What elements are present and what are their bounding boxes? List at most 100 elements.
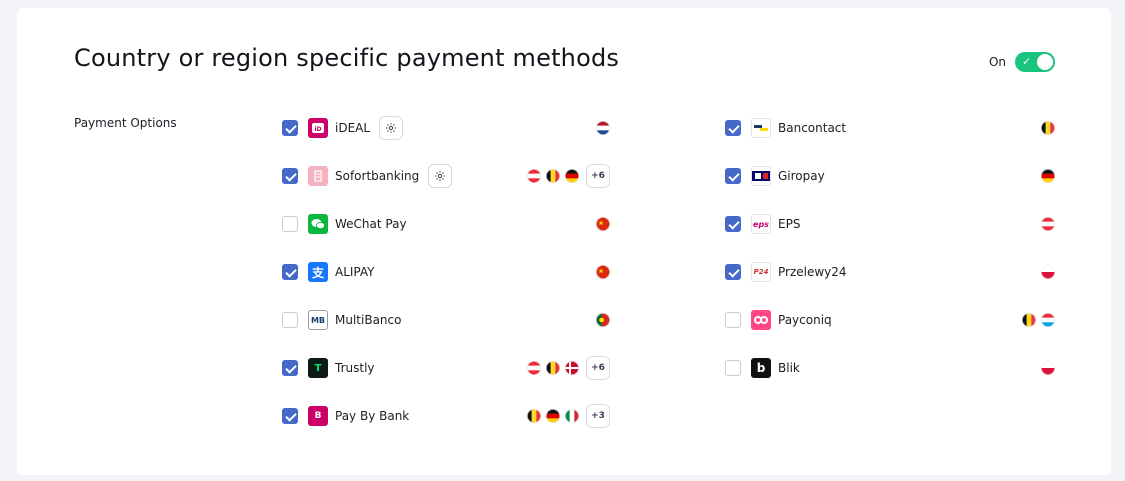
country-flags — [1041, 152, 1055, 200]
payment-method-name: Sofortbanking — [335, 169, 420, 183]
multibanco-logo: MB — [308, 310, 328, 330]
ideal-logo: iD — [308, 118, 328, 138]
payment-method-row-payconiq: Payconiq — [725, 296, 1055, 344]
flag-netherlands-icon — [596, 121, 610, 135]
flag-china-icon — [596, 217, 610, 231]
country-flags — [1022, 296, 1055, 344]
country-flags — [596, 296, 610, 344]
payment-method-name: Payconiq — [778, 313, 832, 327]
country-flags — [1041, 344, 1055, 392]
trustly-checkbox[interactable] — [282, 360, 298, 376]
flag-belgium-icon — [546, 169, 560, 183]
blik-logo: b — [751, 358, 771, 378]
payment-method-row-blik: b Blik — [725, 344, 1055, 392]
alipay-checkbox[interactable] — [282, 264, 298, 280]
flag-belgium-icon — [1022, 313, 1036, 327]
ideal-settings-button[interactable] — [379, 116, 404, 140]
przelewy24-checkbox[interactable] — [725, 264, 741, 280]
wechat-logo — [308, 214, 328, 234]
sofort-logo — [308, 166, 328, 186]
country-flags — [596, 104, 610, 152]
payconiq-logo — [751, 310, 771, 330]
payment-method-name: Giropay — [778, 169, 825, 183]
payment-list-left: iD iDEAL Sofortbanking +6 WeChat Pay 支 ALIPAY M… — [282, 104, 610, 440]
alipay-logo: 支 — [308, 262, 328, 282]
country-flags — [596, 200, 610, 248]
country-flags — [1041, 104, 1055, 152]
flag-italy-icon — [565, 409, 579, 423]
sofortbanking-settings-button[interactable] — [428, 164, 453, 188]
flag-austria-icon — [527, 169, 541, 183]
flag-china-icon — [596, 265, 610, 279]
flag-denmark-icon — [565, 361, 579, 375]
payment-method-name: iDEAL — [335, 121, 371, 135]
flag-luxembourg-icon — [1041, 313, 1055, 327]
payment-method-name: Trustly — [335, 361, 375, 375]
flag-portugal-icon — [596, 313, 610, 327]
giropay-checkbox[interactable] — [725, 168, 741, 184]
pay-by-bank-checkbox[interactable] — [282, 408, 298, 424]
payment-method-name: MultiBanco — [335, 313, 402, 327]
payment-method-row-eps: eps EPS — [725, 200, 1055, 248]
section-label: Payment Options — [74, 116, 177, 130]
gear-icon — [386, 123, 397, 133]
eps-logo: eps — [751, 214, 771, 234]
payment-method-row-giropay: Giropay — [725, 152, 1055, 200]
payment-method-row-wechat-pay: WeChat Pay — [282, 200, 610, 248]
multibanco-checkbox[interactable] — [282, 312, 298, 328]
flag-poland-icon — [1041, 265, 1055, 279]
more-countries-badge[interactable]: +3 — [586, 404, 610, 428]
flag-austria-icon — [1041, 217, 1055, 231]
country-flags: +6 — [527, 344, 610, 392]
eps-checkbox[interactable] — [725, 216, 741, 232]
toggle-label: On — [988, 55, 1006, 69]
flag-germany-icon — [565, 169, 579, 183]
flag-germany-icon — [546, 409, 560, 423]
payconiq-checkbox[interactable] — [725, 312, 741, 328]
toggle-group: On ✓ — [989, 52, 1055, 72]
wechat-pay-checkbox[interactable] — [282, 216, 298, 232]
payment-method-row-pay-by-bank: B Pay By Bank +3 — [282, 392, 610, 440]
flag-belgium-icon — [1041, 121, 1055, 135]
more-countries-badge[interactable]: +6 — [586, 164, 610, 188]
blik-checkbox[interactable] — [725, 360, 741, 376]
payment-method-name: Bancontact — [778, 121, 847, 135]
payment-method-name: Pay By Bank — [335, 409, 410, 423]
sofortbanking-checkbox[interactable] — [282, 168, 298, 184]
country-flags — [1041, 248, 1055, 296]
country-flags — [596, 248, 610, 296]
payment-methods-card: Country or region specific payment metho… — [17, 8, 1111, 475]
payment-method-row-sofortbanking: Sofortbanking +6 — [282, 152, 610, 200]
payment-method-row-przelewy24: P24 Przelewy24 — [725, 248, 1055, 296]
payment-method-name: EPS — [778, 217, 801, 231]
page-title: Country or region specific payment metho… — [74, 44, 620, 72]
country-flags — [1041, 200, 1055, 248]
payment-method-name: Przelewy24 — [778, 265, 847, 279]
flag-belgium-icon — [527, 409, 541, 423]
svg-text:iD: iD — [314, 126, 321, 133]
flag-austria-icon — [527, 361, 541, 375]
przelewy24-logo: P24 — [751, 262, 771, 282]
paybybank-logo: B — [308, 406, 328, 426]
toggle-knob — [1037, 54, 1053, 70]
flag-poland-icon — [1041, 361, 1055, 375]
giropay-logo — [751, 166, 771, 186]
check-icon: ✓ — [1022, 55, 1032, 68]
bancontact-checkbox[interactable] — [725, 120, 741, 136]
country-flags: +6 — [527, 152, 610, 200]
payment-method-row-ideal: iD iDEAL — [282, 104, 610, 152]
payment-method-row-alipay: 支 ALIPAY — [282, 248, 610, 296]
payment-list-right: Bancontact Giropay eps EPS P24 Przelewy24 Payc… — [725, 104, 1055, 392]
flag-belgium-icon — [546, 361, 560, 375]
payment-method-row-bancontact: Bancontact — [725, 104, 1055, 152]
payment-method-name: ALIPAY — [335, 265, 375, 279]
gear-icon — [435, 171, 446, 181]
trustly-logo: T — [308, 358, 328, 378]
payment-method-name: Blik — [778, 361, 800, 375]
more-countries-badge[interactable]: +6 — [586, 356, 610, 380]
payment-method-row-trustly: T Trustly +6 — [282, 344, 610, 392]
enable-toggle[interactable]: ✓ — [1015, 52, 1055, 72]
ideal-checkbox[interactable] — [282, 120, 298, 136]
bancontact-logo — [751, 118, 771, 138]
payment-method-name: WeChat Pay — [335, 217, 407, 231]
